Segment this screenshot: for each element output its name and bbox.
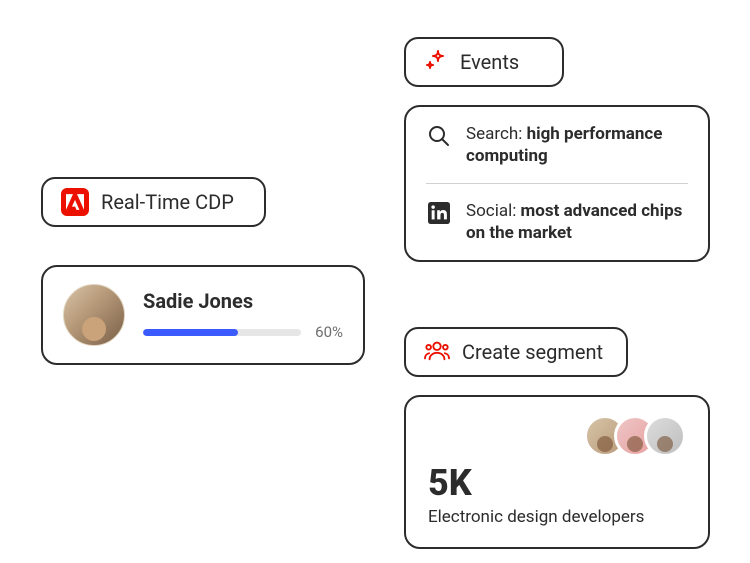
progress-row: 60% <box>143 323 343 341</box>
events-pill: Events <box>404 37 564 87</box>
event-text-search: Search: high performance computing <box>466 123 688 167</box>
adobe-logo-icon <box>61 188 89 216</box>
cdp-label: Real-Time CDP <box>101 190 234 214</box>
event-text-social: Social: most advanced chips on the marke… <box>466 200 688 244</box>
events-card: Search: high performance computing Socia… <box>404 105 710 262</box>
event-item-social: Social: most advanced chips on the marke… <box>406 184 708 260</box>
progress-fill <box>143 329 238 336</box>
segment-card: 5K Electronic design developers <box>404 395 710 549</box>
sparkle-icon <box>424 48 448 76</box>
events-label: Events <box>460 50 519 74</box>
real-time-cdp-pill: Real-Time CDP <box>41 177 266 227</box>
avatar <box>644 415 686 457</box>
progress-bar <box>143 329 301 336</box>
event-item-search: Search: high performance computing <box>406 107 708 183</box>
event-prefix: Search: <box>466 124 527 144</box>
segment-description: Electronic design developers <box>428 507 686 527</box>
progress-percent: 60% <box>315 323 343 341</box>
segment-pill-label: Create segment <box>462 340 603 364</box>
profile-details: Sadie Jones 60% <box>143 289 343 341</box>
profile-card: Sadie Jones 60% <box>41 265 365 365</box>
event-prefix: Social: <box>466 201 521 221</box>
users-icon <box>424 339 450 365</box>
search-icon <box>426 123 452 149</box>
create-segment-pill[interactable]: Create segment <box>404 327 628 377</box>
avatar-stack <box>428 415 686 457</box>
profile-avatar <box>63 284 125 346</box>
segment-count: 5K <box>428 465 686 501</box>
profile-name: Sadie Jones <box>143 289 343 313</box>
linkedin-icon <box>426 200 452 226</box>
